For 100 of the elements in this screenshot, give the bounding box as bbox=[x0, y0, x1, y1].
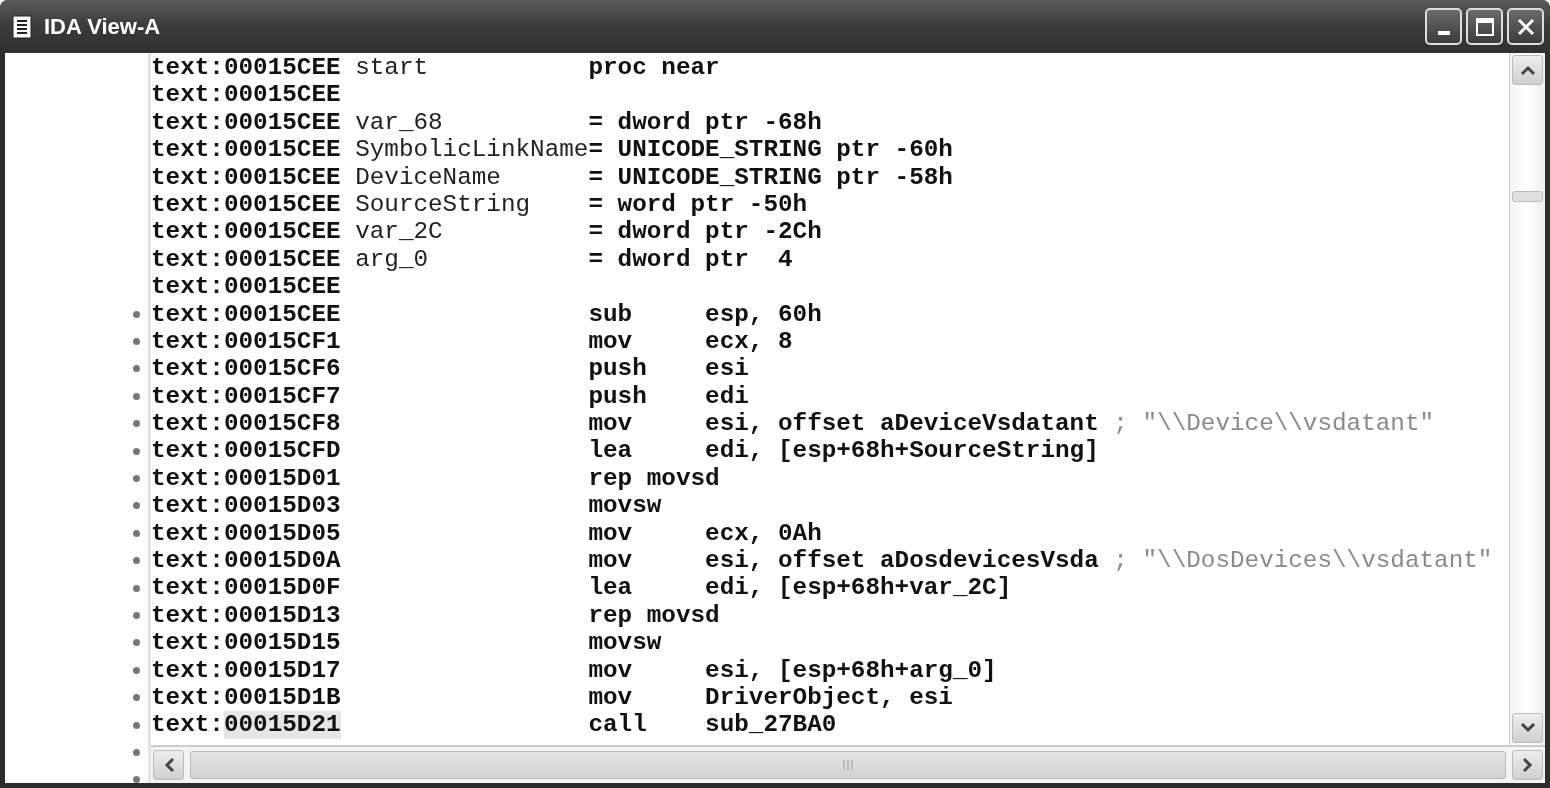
address-offset: 00015CEE bbox=[223, 108, 341, 137]
address-text: text: bbox=[151, 190, 224, 219]
mnemonic-text: movsw bbox=[588, 629, 662, 657]
minimize-icon bbox=[1437, 30, 1450, 35]
mnemonic-text: mov bbox=[588, 327, 633, 355]
address-offset: 00015D0F bbox=[223, 574, 341, 602]
mnemonic-text: mov bbox=[588, 547, 633, 575]
horizontal-scrollbar[interactable] bbox=[151, 745, 1545, 783]
operands-text: DriverObject, esi bbox=[705, 684, 953, 712]
label-text: arg_0 bbox=[355, 245, 430, 274]
label-text: SymbolicLinkName bbox=[355, 136, 589, 164]
mnemonic-text: movsw bbox=[588, 492, 662, 520]
address-text: text: bbox=[151, 574, 224, 602]
address-offset: 00015CEE bbox=[223, 163, 341, 191]
chevron-right-icon bbox=[1522, 757, 1533, 773]
address-offset: 00015CFD bbox=[223, 437, 341, 465]
address-offset: 00015CEE bbox=[223, 245, 341, 274]
mnemonic-text: call bbox=[588, 711, 647, 739]
address-text: text: bbox=[151, 163, 224, 191]
scroll-left-button[interactable] bbox=[153, 750, 184, 780]
scroll-thumb[interactable] bbox=[1512, 191, 1543, 202]
maximize-button[interactable] bbox=[1466, 8, 1503, 45]
address-text: text: bbox=[151, 245, 224, 274]
mnemonic-text: sub bbox=[588, 300, 633, 328]
address-text: text: bbox=[151, 382, 224, 411]
chevron-up-icon bbox=[1519, 65, 1536, 75]
mnemonic-text: mov bbox=[588, 519, 633, 547]
address-offset: 00015CF7 bbox=[223, 382, 341, 411]
address-offset: 00015CF1 bbox=[223, 327, 341, 356]
mnemonic-text: lea bbox=[588, 574, 633, 602]
address-offset: 00015D05 bbox=[223, 519, 341, 548]
address-text: text: bbox=[151, 437, 224, 465]
scroll-right-button[interactable] bbox=[1512, 750, 1543, 780]
operands-text: ecx, 0Ah bbox=[705, 519, 822, 548]
grip-icon bbox=[842, 760, 854, 770]
address-text: text: bbox=[151, 81, 224, 109]
maximize-icon bbox=[1473, 15, 1496, 38]
label-text: var_2C bbox=[355, 218, 444, 246]
address-text: text: bbox=[151, 519, 224, 548]
label-text: start bbox=[355, 54, 430, 82]
address-text: text: bbox=[151, 629, 224, 657]
minimize-button[interactable] bbox=[1425, 8, 1462, 45]
address-text: text: bbox=[151, 711, 224, 739]
label-text: SourceString bbox=[355, 190, 532, 219]
address-text: text: bbox=[151, 218, 224, 246]
operands-text: esi, offset aDosdevicesVsda bbox=[705, 547, 1099, 575]
document-icon bbox=[12, 14, 32, 39]
address-text: text: bbox=[151, 464, 224, 493]
address-offset: 00015D17 bbox=[223, 656, 341, 684]
operands-text: ecx, 8 bbox=[705, 327, 793, 356]
close-button[interactable] bbox=[1507, 8, 1544, 45]
address-offset: 00015D0A bbox=[223, 547, 341, 575]
address-text: text: bbox=[151, 327, 224, 356]
operands-text: esi bbox=[705, 355, 749, 383]
operands-text: edi, [esp+68h+var_2C] bbox=[705, 574, 1012, 602]
address-offset: 00015D01 bbox=[223, 464, 341, 493]
address-offset: 00015CEE bbox=[223, 300, 341, 328]
scroll-thumb[interactable] bbox=[190, 751, 1506, 779]
definition-text: = UNICODE_STRING ptr -58h bbox=[588, 163, 953, 191]
mnemonic-text: rep movsd bbox=[588, 464, 720, 492]
window-title: IDA View-A bbox=[44, 13, 162, 40]
scroll-up-button[interactable] bbox=[1512, 55, 1543, 85]
address-offset: 00015CEE bbox=[223, 81, 341, 109]
address-offset: 00015CEE bbox=[223, 136, 341, 164]
address-text: text: bbox=[151, 656, 224, 684]
address-offset: 00015CEE bbox=[223, 273, 341, 301]
address-text: text: bbox=[151, 355, 224, 383]
mnemonic-text: mov bbox=[588, 656, 633, 684]
label-text: DeviceName bbox=[355, 163, 502, 191]
address-text: text: bbox=[151, 136, 224, 164]
address-text: text: bbox=[151, 410, 224, 438]
operands-text: esi, [esp+68h+arg_0] bbox=[705, 656, 997, 684]
address-text: text: bbox=[151, 54, 224, 82]
scroll-down-button[interactable] bbox=[1512, 713, 1543, 743]
address-text: text: bbox=[151, 547, 224, 575]
mnemonic-text: mov bbox=[588, 410, 633, 438]
definition-text: = UNICODE_STRING ptr -60h bbox=[588, 136, 953, 164]
address-text: text: bbox=[151, 300, 224, 328]
mnemonic-text: push bbox=[588, 355, 647, 383]
address-offset: 00015D15 bbox=[223, 629, 341, 657]
address-offset: 00015CF6 bbox=[223, 355, 341, 383]
address-offset: 00015CEE bbox=[223, 218, 341, 246]
definition-text: = dword ptr 4 bbox=[588, 245, 793, 274]
address-offset: 00015CEE bbox=[223, 54, 341, 82]
operands-text: esp, 60h bbox=[705, 300, 822, 328]
address-text: text: bbox=[151, 108, 224, 137]
address-offset: 00015D03 bbox=[223, 492, 341, 520]
operands-text: edi, [esp+68h+SourceString] bbox=[705, 437, 1099, 465]
address-text: text: bbox=[151, 273, 224, 301]
label-text: var_68 bbox=[355, 108, 444, 137]
address-text: text: bbox=[151, 492, 224, 520]
definition-text: = dword ptr -68h bbox=[588, 108, 822, 137]
operands-text: esi, offset aDeviceVsdatant bbox=[705, 410, 1099, 438]
definition-text: proc near bbox=[588, 54, 720, 82]
chevron-down-icon bbox=[1519, 723, 1536, 733]
definition-text: = word ptr -50h bbox=[588, 190, 808, 219]
vertical-scrollbar[interactable] bbox=[1509, 53, 1545, 745]
comment-text: ; "\\Device\\vsdatant" bbox=[1113, 410, 1435, 438]
address-text: text: bbox=[151, 601, 224, 630]
mnemonic-text: rep movsd bbox=[588, 601, 720, 629]
